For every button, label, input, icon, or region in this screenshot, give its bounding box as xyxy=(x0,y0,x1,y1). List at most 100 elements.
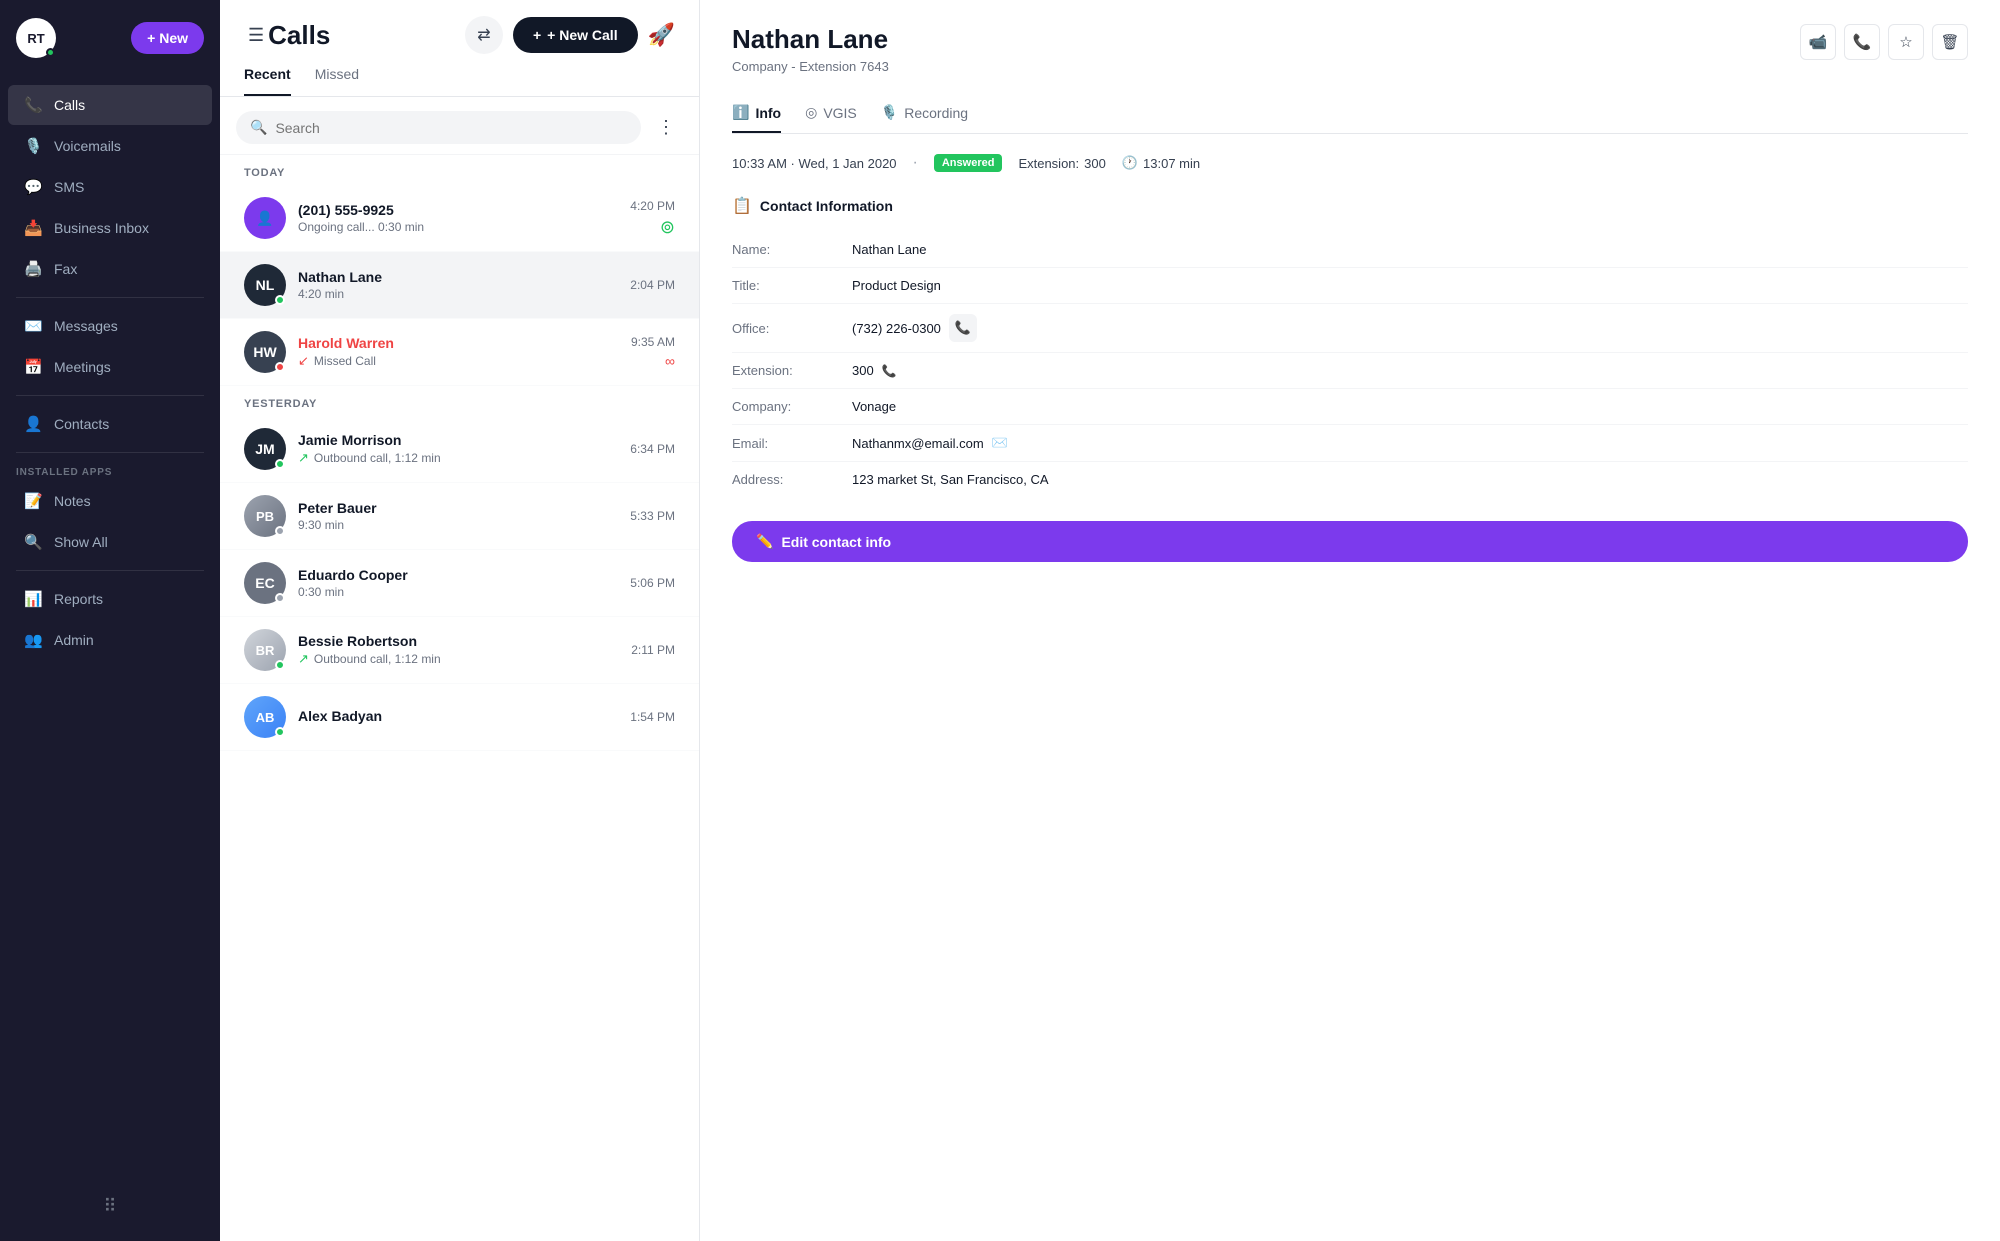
call-item[interactable]: HW Harold Warren ↙ Missed Call 9:35 AM ∞ xyxy=(220,319,699,386)
sidebar-item-label: Contacts xyxy=(54,416,109,432)
avatar-initials: EC xyxy=(255,575,274,591)
avatar-circle: EC xyxy=(244,562,286,604)
sidebar-item-admin[interactable]: 👥 Admin xyxy=(8,620,212,660)
avatar[interactable]: RT xyxy=(16,18,56,58)
sidebar-item-business-inbox[interactable]: 📥 Business Inbox xyxy=(8,208,212,248)
call-office-button[interactable]: 📞 xyxy=(949,314,977,342)
missed-arrow-icon: ↙ xyxy=(298,353,309,369)
rocket-button[interactable]: 🚀 xyxy=(648,22,675,48)
call-right: 5:33 PM xyxy=(630,509,675,523)
detail-actions: 📹 📞 ☆ 🗑 xyxy=(1800,24,1968,60)
online-status-dot xyxy=(46,48,55,57)
search-bar: 🔍 ⋮ xyxy=(220,97,699,155)
plus-icon: + xyxy=(533,27,541,43)
contact-subtitle: Company - Extension 7643 xyxy=(732,59,889,74)
call-right: 2:11 PM xyxy=(631,643,675,657)
edit-contact-button[interactable]: ✏️ Edit contact info xyxy=(732,521,1968,562)
duration-value: 13:07 min xyxy=(1143,156,1200,171)
call-button[interactable]: 📞 xyxy=(1844,24,1880,60)
tab-vgis-label: VGIS xyxy=(823,105,856,121)
tab-vgis[interactable]: ◎ VGIS xyxy=(805,94,857,133)
sidebar-item-messages[interactable]: ✉️ Messages xyxy=(8,306,212,346)
star-button[interactable]: ☆ xyxy=(1888,24,1924,60)
sidebar-item-notes[interactable]: 📝 Notes xyxy=(8,481,212,521)
meetings-icon: 📅 xyxy=(24,358,42,376)
tab-recent[interactable]: Recent xyxy=(244,54,291,96)
status-dot-red xyxy=(275,362,285,372)
video-icon: 📹 xyxy=(1809,33,1828,51)
extension-label: Extension: xyxy=(1018,156,1079,171)
call-datetime: 10:33 AM · Wed, 1 Jan 2020 xyxy=(732,156,897,171)
more-options-button[interactable]: ⋮ xyxy=(649,113,683,142)
call-right: 6:34 PM xyxy=(630,442,675,456)
field-value: Nathanmx@email.com ✉️ xyxy=(852,435,1008,451)
extension-field-value: 300 xyxy=(852,363,874,378)
tab-info[interactable]: ℹ️ Info xyxy=(732,94,781,133)
sidebar-divider-4 xyxy=(16,570,204,571)
sidebar-item-fax[interactable]: 🖨️ Fax xyxy=(8,249,212,289)
grid-icon[interactable]: ⠿ xyxy=(0,1188,220,1225)
sidebar-item-label: Calls xyxy=(54,97,85,113)
contact-field-title: Title: Product Design xyxy=(732,268,1968,304)
sms-icon: 💬 xyxy=(24,178,42,196)
avatar-photo-wrapper: BR xyxy=(244,629,286,671)
status-dot-green xyxy=(275,727,285,737)
sidebar-item-reports[interactable]: 📊 Reports xyxy=(8,579,212,619)
sidebar-item-sms[interactable]: 💬 SMS xyxy=(8,167,212,207)
sidebar-item-label: Admin xyxy=(54,632,94,648)
pencil-icon: ✏️ xyxy=(756,533,773,550)
hamburger-button[interactable]: ☰ xyxy=(244,21,268,50)
call-duration: 🕐 13:07 min xyxy=(1122,155,1200,171)
call-item[interactable]: AB Alex Badyan 1:54 PM xyxy=(220,684,699,751)
call-detail: ↗ Outbound call, 1:12 min xyxy=(298,450,618,466)
tab-missed[interactable]: Missed xyxy=(315,54,359,96)
field-label: Company: xyxy=(732,399,852,414)
sidebar-item-meetings[interactable]: 📅 Meetings xyxy=(8,347,212,387)
sidebar-item-voicemails[interactable]: 🎙️ Voicemails xyxy=(8,126,212,166)
sidebar-bottom: ⠿ xyxy=(0,1176,220,1241)
voicemails-icon: 🎙️ xyxy=(24,137,42,155)
fax-icon: 🖨️ xyxy=(24,260,42,278)
call-item[interactable]: JM Jamie Morrison ↗ Outbound call, 1:12 … xyxy=(220,416,699,483)
calls-tabs: Recent Missed xyxy=(220,54,699,97)
call-info: Harold Warren ↙ Missed Call xyxy=(298,335,619,369)
status-dot-green xyxy=(275,295,285,305)
call-item[interactable]: NL Nathan Lane 4:20 min 2:04 PM xyxy=(220,252,699,319)
tab-recording[interactable]: 🎙️ Recording xyxy=(881,94,968,133)
search-input[interactable] xyxy=(275,120,627,136)
new-call-label: + New Call xyxy=(547,27,617,43)
new-button[interactable]: + New xyxy=(131,22,204,54)
call-detail-text: 0:30 min xyxy=(298,585,344,599)
field-value: Vonage xyxy=(852,399,896,414)
transfer-icon-button[interactable]: ⇄ xyxy=(465,16,503,54)
field-value: 300 📞 xyxy=(852,363,897,378)
avatar-circle: JM xyxy=(244,428,286,470)
call-info: Alex Badyan xyxy=(298,708,618,726)
dot-separator: · xyxy=(913,154,918,172)
field-label: Email: xyxy=(732,436,852,451)
call-time: 1:54 PM xyxy=(630,710,675,724)
call-item[interactable]: BR Bessie Robertson ↗ Outbound call, 1:1… xyxy=(220,617,699,684)
call-item[interactable]: PB Peter Bauer 9:30 min 5:33 PM xyxy=(220,483,699,550)
office-phone-value: (732) 226-0300 xyxy=(852,321,941,336)
call-right: 2:04 PM xyxy=(630,278,675,292)
call-detail-text: 9:30 min xyxy=(298,518,344,532)
field-label: Extension: xyxy=(732,363,852,378)
call-info: Bessie Robertson ↗ Outbound call, 1:12 m… xyxy=(298,633,619,667)
contact-field-extension: Extension: 300 📞 xyxy=(732,353,1968,389)
sidebar-item-label: Messages xyxy=(54,318,118,334)
sidebar-item-contacts[interactable]: 👤 Contacts xyxy=(8,404,212,444)
star-icon: ☆ xyxy=(1899,33,1912,51)
delete-button[interactable]: 🗑 xyxy=(1932,24,1968,60)
call-item[interactable]: EC Eduardo Cooper 0:30 min 5:06 PM xyxy=(220,550,699,617)
sidebar-item-show-all[interactable]: 🔍 Show All xyxy=(8,522,212,562)
new-call-button[interactable]: + + New Call xyxy=(513,17,638,53)
answered-badge: Answered xyxy=(934,154,1003,172)
video-call-button[interactable]: 📹 xyxy=(1800,24,1836,60)
info-icon: ℹ️ xyxy=(732,104,749,121)
sidebar-item-calls[interactable]: 📞 Calls xyxy=(8,85,212,125)
call-item[interactable]: 👤 (201) 555-9925 Ongoing call... 0:30 mi… xyxy=(220,185,699,252)
contact-field-company: Company: Vonage xyxy=(732,389,1968,425)
section-label-yesterday: YESTERDAY xyxy=(220,386,699,416)
avatar-icon: 👤 xyxy=(256,210,273,227)
